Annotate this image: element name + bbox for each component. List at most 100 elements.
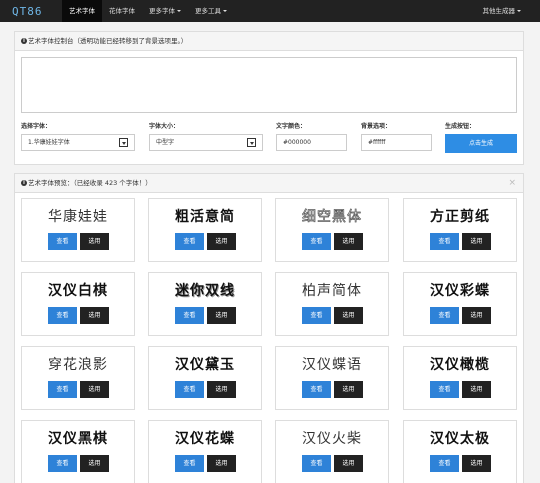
view-button[interactable]: 查看 <box>48 307 77 324</box>
font-select-value: 1.华康娃娃字体 <box>28 139 70 146</box>
caret-down-icon <box>517 10 521 12</box>
font-sample: 汉仪花蝶 <box>175 431 235 447</box>
dropdown-arrow-icon <box>119 138 128 147</box>
font-select-label: 选择字体： <box>21 123 52 130</box>
font-card: 汉仪黛玉查看 选用 <box>148 346 262 410</box>
view-button[interactable]: 查看 <box>175 233 204 250</box>
color-input-label: 文字颜色： <box>276 123 307 130</box>
bg-input-label: 背景选项： <box>361 123 392 130</box>
caret-down-icon <box>223 10 227 12</box>
view-button[interactable]: 查看 <box>430 233 459 250</box>
nav-item-more-tools[interactable]: 更多工具 <box>188 0 234 22</box>
select-button[interactable]: 选用 <box>334 381 363 398</box>
select-button[interactable]: 选用 <box>80 381 109 398</box>
font-card: 汉仪白棋查看 选用 <box>21 272 135 336</box>
view-button[interactable]: 查看 <box>430 455 459 472</box>
select-button[interactable]: 选用 <box>207 307 236 324</box>
view-button[interactable]: 查看 <box>48 381 77 398</box>
font-sample: 迷你双线 <box>175 283 235 299</box>
nav-item-label: 更多工具 <box>195 7 221 15</box>
control-panel: i 艺术字体控制台（透明功能已经转移到了背景选项里。） 选择字体： 1.华康娃娃… <box>14 31 524 165</box>
view-button[interactable]: 查看 <box>175 307 204 324</box>
font-sample: 汉仪太极 <box>430 431 490 447</box>
font-card: 汉仪蝶语 查看 选用 <box>275 346 389 410</box>
nav-item-art-fonts[interactable]: 艺术字体 <box>62 0 102 22</box>
size-select-label: 字体大小： <box>149 123 180 130</box>
nav-item-fancy-fonts[interactable]: 花体字体 <box>102 0 142 22</box>
font-sample: 方正剪纸 <box>430 209 490 225</box>
select-button[interactable]: 选用 <box>207 455 236 472</box>
size-select[interactable]: 中型字 <box>149 134 263 151</box>
font-select[interactable]: 1.华康娃娃字体 <box>21 134 135 151</box>
select-button[interactable]: 选用 <box>334 233 363 250</box>
fonts-panel-title: 艺术字体预览：（已经收录 423 个字体！） <box>28 179 152 187</box>
fonts-panel: i 艺术字体预览：（已经收录 423 个字体！） × 华康娃娃 查看 选用 粗活意简查… <box>14 173 524 483</box>
font-sample: 汉仪黑棋 <box>48 431 108 447</box>
dropdown-arrow-icon <box>247 138 256 147</box>
generate-group: 生成按钮： 点击生成 <box>445 122 517 153</box>
font-sample: 汉仪白棋 <box>48 283 108 299</box>
view-button[interactable]: 查看 <box>302 233 331 250</box>
font-card: 细空黑体查看 选用 <box>275 198 389 262</box>
view-button[interactable]: 查看 <box>430 381 459 398</box>
text-color-input[interactable]: #000000 <box>276 134 347 151</box>
select-button[interactable]: 选用 <box>80 455 109 472</box>
select-button[interactable]: 选用 <box>462 455 491 472</box>
control-panel-header: i 艺术字体控制台（透明功能已经转移到了背景选项里。） <box>15 32 523 51</box>
nav-item-label: 其他生成器 <box>482 7 516 15</box>
background-color-input[interactable]: #ffffff <box>361 134 432 151</box>
select-button[interactable]: 选用 <box>462 307 491 324</box>
select-button[interactable]: 选用 <box>334 455 363 472</box>
close-icon[interactable]: × <box>508 174 516 192</box>
font-sample: 细空黑体 <box>302 209 362 226</box>
nav-item-label: 艺术字体 <box>69 7 95 15</box>
view-button[interactable]: 查看 <box>48 233 77 250</box>
font-card: 粗活意简查看 选用 <box>148 198 262 262</box>
select-button[interactable]: 选用 <box>80 233 109 250</box>
font-card: 方正剪纸查看 选用 <box>403 198 517 262</box>
font-card: 穿花浪影查看 选用 <box>21 346 135 410</box>
size-select-value: 中型字 <box>156 139 175 146</box>
site-logo[interactable]: QT86 <box>0 5 62 18</box>
font-card: 汉仪橄榄查看 选用 <box>403 346 517 410</box>
select-button[interactable]: 选用 <box>207 233 236 250</box>
view-button[interactable]: 查看 <box>302 381 331 398</box>
caret-down-icon <box>177 10 181 12</box>
font-sample: 汉仪橄榄 <box>430 357 490 373</box>
color-input-group: 文字颜色： #000000 <box>276 122 347 151</box>
size-select-group: 字体大小： 中型字 <box>149 122 263 151</box>
font-card: 汉仪黑棋查看 选用 <box>21 420 135 483</box>
bg-input-group: 背景选项： #ffffff <box>361 122 432 151</box>
info-icon: i <box>21 180 27 186</box>
generate-button[interactable]: 点击生成 <box>445 134 517 153</box>
view-button[interactable]: 查看 <box>430 307 459 324</box>
view-button[interactable]: 查看 <box>302 455 331 472</box>
font-sample: 粗活意简 <box>175 209 235 225</box>
font-sample: 穿花浪影 <box>48 357 108 373</box>
select-button[interactable]: 选用 <box>207 381 236 398</box>
font-card: 汉仪火柴查看 选用 <box>275 420 389 483</box>
view-button[interactable]: 查看 <box>48 455 77 472</box>
font-select-group: 选择字体： 1.华康娃娃字体 <box>21 122 135 151</box>
nav-item-more-fonts[interactable]: 更多字体 <box>142 0 188 22</box>
font-card: 汉仪花蝶查看 选用 <box>148 420 262 483</box>
select-button[interactable]: 选用 <box>334 307 363 324</box>
view-button[interactable]: 查看 <box>302 307 331 324</box>
view-button[interactable]: 查看 <box>175 381 204 398</box>
fonts-panel-header: i 艺术字体预览：（已经收录 423 个字体！） × <box>15 174 523 193</box>
select-button[interactable]: 选用 <box>462 233 491 250</box>
text-input-area[interactable] <box>21 57 517 113</box>
font-sample: 汉仪彩蝶 <box>430 283 490 299</box>
font-card: 汉仪彩蝶查看 选用 <box>403 272 517 336</box>
select-button[interactable]: 选用 <box>462 381 491 398</box>
generate-label: 生成按钮： <box>445 123 476 130</box>
nav-item-label: 花体字体 <box>109 7 135 15</box>
font-sample: 汉仪火柴 <box>302 431 362 447</box>
select-button[interactable]: 选用 <box>80 307 109 324</box>
font-sample: 柏声简体 <box>302 283 362 299</box>
view-button[interactable]: 查看 <box>175 455 204 472</box>
info-icon: i <box>21 38 27 44</box>
control-panel-title: 艺术字体控制台（透明功能已经转移到了背景选项里。） <box>28 37 188 45</box>
font-sample: 汉仪黛玉 <box>175 357 235 373</box>
nav-item-other-generators[interactable]: 其他生成器 <box>476 0 529 22</box>
